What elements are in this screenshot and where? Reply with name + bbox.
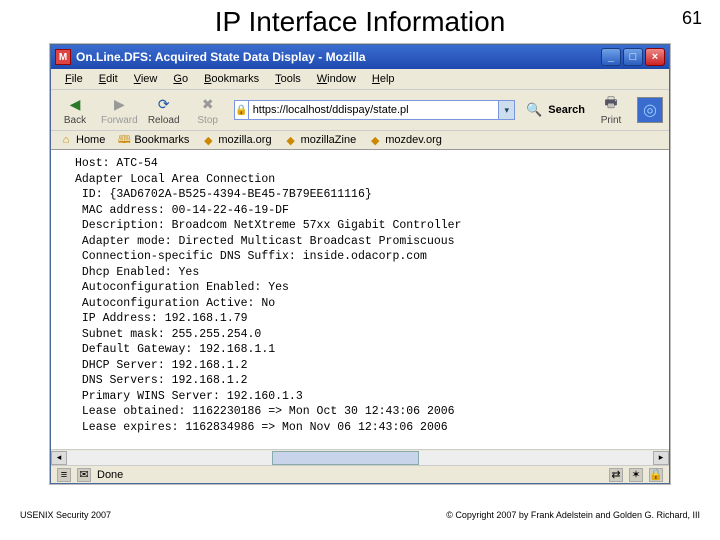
navigation-toolbar: ◀ Back ▶ Forward ⟳ Reload ✖ Stop 🔒 https… [51, 90, 669, 131]
scroll-track[interactable] [67, 451, 653, 465]
close-button[interactable]: × [645, 48, 665, 66]
forward-icon: ▶ [108, 94, 130, 114]
scroll-left-icon[interactable]: ◂ [51, 451, 67, 465]
slide-title: IP Interface Information [0, 0, 720, 40]
browser-window: M On.Line.DFS: Acquired State Data Displ… [50, 44, 670, 484]
bm-mozillazine[interactable]: ◆ mozillaZine [284, 133, 357, 147]
search-button[interactable]: 🔍 Search [523, 100, 585, 120]
reload-button[interactable]: ⟳ Reload [146, 94, 182, 126]
window-title: On.Line.DFS: Acquired State Data Display… [76, 50, 366, 64]
status-offline-icon[interactable]: ⇄ [609, 468, 623, 482]
menu-file[interactable]: File [57, 71, 91, 87]
bookmarks-label: Bookmarks [134, 134, 189, 146]
forward-label: Forward [101, 115, 138, 126]
reload-icon: ⟳ [153, 94, 175, 114]
back-label: Back [64, 115, 86, 126]
url-bar[interactable]: 🔒 https://localhost/ddispay/state.pl ▾ [234, 100, 516, 120]
footer-right: © Copyright 2007 by Frank Adelstein and … [446, 510, 700, 520]
menu-go[interactable]: Go [165, 71, 196, 87]
url-dropdown-icon[interactable]: ▾ [499, 100, 515, 120]
scroll-right-icon[interactable]: ▸ [653, 451, 669, 465]
menu-window[interactable]: Window [309, 71, 364, 87]
print-icon: 🖶 [600, 94, 622, 114]
bookmarks-toolbar: ⌂ Home 🕮 Bookmarks ◆ mozilla.org ◆ mozil… [51, 131, 669, 150]
bm-label: mozillaZine [301, 134, 357, 146]
bookmark-icon: ◆ [284, 133, 298, 147]
bookmark-icon: ◆ [201, 133, 215, 147]
bookmark-icon: ◆ [368, 133, 382, 147]
status-nav-icon[interactable]: ≡ [57, 468, 71, 482]
print-label: Print [601, 115, 622, 126]
menu-help[interactable]: Help [364, 71, 403, 87]
horizontal-scrollbar[interactable]: ◂ ▸ [51, 449, 669, 465]
minimize-button[interactable]: _ [601, 48, 621, 66]
menu-edit[interactable]: Edit [91, 71, 126, 87]
back-button[interactable]: ◀ Back [57, 94, 93, 126]
mozilla-icon: M [55, 49, 71, 65]
status-lock-icon[interactable]: 🔒 [649, 468, 663, 482]
forward-button[interactable]: ▶ Forward [101, 94, 138, 126]
bm-mozdev[interactable]: ◆ mozdev.org [368, 133, 442, 147]
throbber-icon: ◎ [637, 97, 663, 123]
statusbar: ≡ ✉ Done ⇄ ✶ 🔒 [51, 465, 669, 483]
scroll-thumb[interactable] [272, 451, 419, 465]
back-icon: ◀ [64, 94, 86, 114]
menubar: File Edit View Go Bookmarks Tools Window… [51, 69, 669, 90]
menu-tools[interactable]: Tools [267, 71, 309, 87]
titlebar: M On.Line.DFS: Acquired State Data Displ… [51, 45, 669, 69]
status-script-icon[interactable]: ✶ [629, 468, 643, 482]
status-mail-icon[interactable]: ✉ [77, 468, 91, 482]
lock-icon: 🔒 [234, 100, 248, 120]
url-input[interactable]: https://localhost/ddispay/state.pl [248, 100, 500, 120]
bookmarks-button[interactable]: 🕮 Bookmarks [117, 133, 189, 147]
stop-button[interactable]: ✖ Stop [190, 94, 226, 126]
print-button[interactable]: 🖶 Print [593, 94, 629, 126]
stop-label: Stop [197, 115, 218, 126]
home-button[interactable]: ⌂ Home [59, 133, 105, 147]
search-icon: 🔍 [523, 100, 545, 120]
status-text: Done [97, 469, 123, 481]
footer-left: USENIX Security 2007 [20, 510, 111, 520]
menu-view[interactable]: View [126, 71, 166, 87]
home-icon: ⌂ [59, 133, 73, 147]
search-label: Search [548, 104, 585, 116]
page-content: Host: ATC-54 Adapter Local Area Connecti… [51, 150, 669, 449]
bookmarks-icon: 🕮 [117, 133, 131, 147]
bm-label: mozilla.org [218, 134, 271, 146]
bm-label: mozdev.org [385, 134, 442, 146]
reload-label: Reload [148, 115, 180, 126]
home-label: Home [76, 134, 105, 146]
stop-icon: ✖ [197, 94, 219, 114]
maximize-button[interactable]: □ [623, 48, 643, 66]
slide-number: 61 [682, 8, 702, 29]
bm-mozilla-org[interactable]: ◆ mozilla.org [201, 133, 271, 147]
menu-bookmarks[interactable]: Bookmarks [196, 71, 267, 87]
